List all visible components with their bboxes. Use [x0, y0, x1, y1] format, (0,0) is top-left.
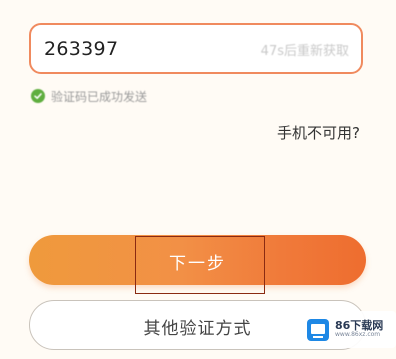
- verification-page: 263397 47s后重新获取 验证码已成功发送 手机不可用? 下一步 其他验证…: [0, 0, 396, 359]
- watermark-url: www.86xz.com: [335, 331, 381, 339]
- code-sent-text: 验证码已成功发送: [51, 89, 148, 104]
- code-sent-status: 验证码已成功发送: [31, 88, 147, 104]
- highlight-annotation-box: [135, 236, 265, 294]
- check-circle-icon: [31, 89, 45, 103]
- verification-code-input[interactable]: 263397 47s后重新获取: [29, 23, 363, 74]
- site-watermark: 86下载网 www.86xz.com: [301, 311, 396, 348]
- verification-code-value: 263397: [44, 38, 119, 60]
- watermark-logo-icon: [307, 318, 329, 341]
- resend-countdown[interactable]: 47s后重新获取: [261, 40, 349, 59]
- phone-unavailable-link[interactable]: 手机不可用?: [277, 122, 360, 143]
